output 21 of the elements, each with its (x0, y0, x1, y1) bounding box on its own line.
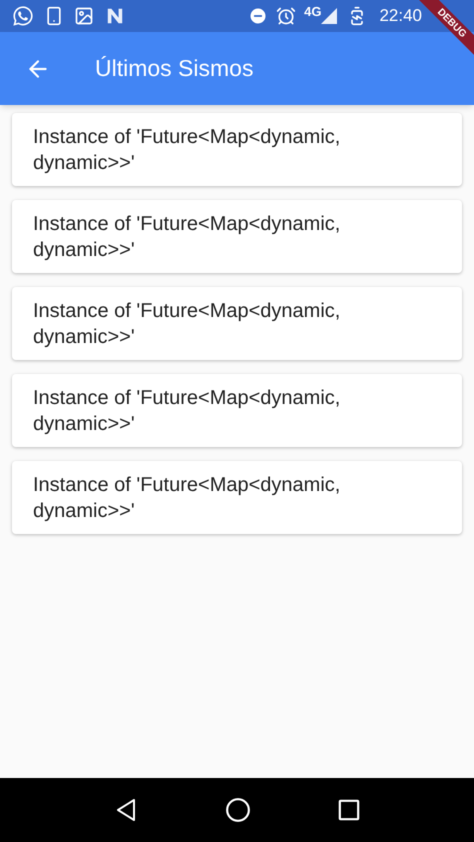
list-card[interactable]: Instance of 'Future<Map<dynamic, dynamic>>' (12, 374, 462, 447)
card-text: Instance of 'Future<Map<dynamic, dynamic>>' (33, 472, 342, 524)
list-card[interactable]: Instance of 'Future<Map<dynamic, dynamic>>' (12, 461, 462, 534)
list-card[interactable]: Instance of 'Future<Map<dynamic, dynamic>>' (12, 287, 462, 360)
card-text: Instance of 'Future<Map<dynamic, dynamic>>' (33, 298, 342, 350)
app-bar-title: Últimos Sismos (95, 54, 254, 84)
alarm-icon (276, 6, 296, 26)
list-card[interactable]: Instance of 'Future<Map<dynamic, dynamic>>' (12, 200, 462, 273)
home-icon[interactable] (224, 797, 251, 823)
image-icon (74, 6, 94, 26)
recents-icon[interactable] (338, 799, 360, 821)
clock: 22:40 (379, 5, 422, 28)
signal-icon (321, 8, 338, 24)
do-not-disturb-icon (248, 6, 268, 26)
card-text: Instance of 'Future<Map<dynamic, dynamic>>' (33, 124, 342, 176)
card-text: Instance of 'Future<Map<dynamic, dynamic>>' (33, 386, 342, 436)
card-text: Instance of 'Future<Map<dynamic, dynamic>>' (33, 212, 342, 262)
notification-icon (106, 7, 124, 25)
list-card[interactable]: Instance of 'Future<Map<dynamic, dynamic>>' (12, 113, 462, 186)
network-type: 4G (304, 3, 322, 22)
whatsapp-icon (12, 5, 34, 27)
